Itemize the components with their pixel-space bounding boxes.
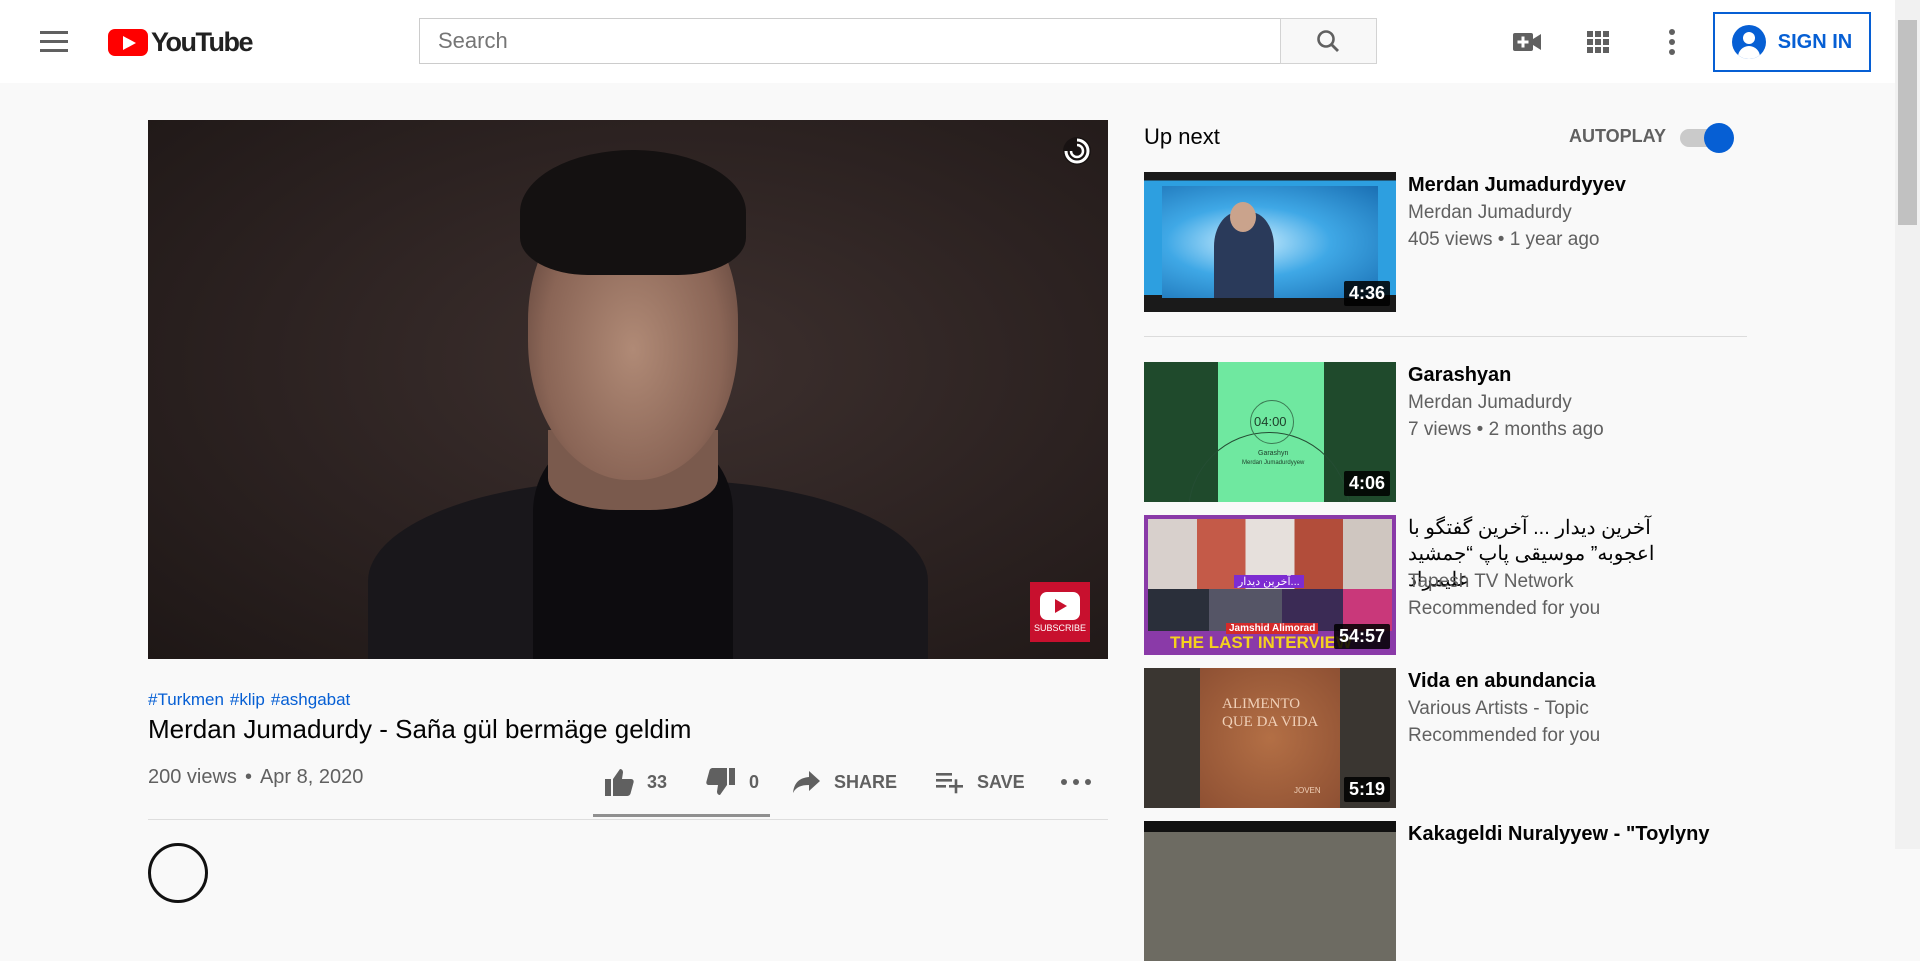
apps-button[interactable] — [1576, 20, 1620, 64]
page-scrollbar[interactable] — [1895, 0, 1920, 849]
thumbnail-brand: JOVEN — [1294, 786, 1321, 795]
search-input[interactable] — [420, 28, 1280, 54]
hashtag-link[interactable]: #ashgabat — [271, 690, 350, 710]
like-button[interactable]: 33 — [603, 764, 667, 800]
more-actions-button[interactable] — [1058, 764, 1106, 800]
video-camera-add-icon — [1513, 33, 1541, 51]
hashtag-link[interactable]: #Turkmen — [148, 690, 224, 710]
more-horizontal-icon — [1061, 779, 1091, 785]
dislike-button[interactable]: 0 — [705, 764, 759, 800]
sentiment-bar-fill — [593, 814, 770, 817]
video-player[interactable]: SUBSCRIBE — [148, 120, 1108, 659]
thumbnail-caption: Merdan Jumadurdyyew — [1242, 460, 1305, 466]
hashtags: #Turkmen #klip #ashgabat — [148, 690, 350, 710]
video-title: Vida en abundancia — [1408, 670, 1596, 692]
video-duration: 54:57 — [1333, 624, 1390, 649]
menu-icon[interactable] — [28, 20, 80, 64]
like-count: 33 — [647, 771, 668, 792]
video-thumbnail[interactable] — [1144, 821, 1396, 961]
video-duration: 4:36 — [1343, 281, 1390, 306]
dislike-count: 0 — [749, 771, 760, 792]
thumbs-down-icon — [706, 768, 735, 795]
settings-button[interactable] — [1650, 20, 1694, 64]
video-thumbnail[interactable]: ALIMENTO QUE DA VIDA JOVEN 5:19 — [1144, 668, 1396, 808]
save-button[interactable]: SAVE — [935, 764, 1025, 800]
more-vertical-icon — [1669, 29, 1675, 55]
video-meta: Recommended for you — [1408, 725, 1601, 746]
share-label: SHARE — [834, 771, 898, 792]
channel-avatar[interactable] — [148, 843, 208, 903]
thumbnail-banner: THE LAST INTERVIEW — [1170, 633, 1352, 652]
share-button[interactable]: SHARE — [792, 764, 897, 800]
video-title: Merdan Jumadurdy - Saña gül bermäge geld… — [148, 714, 692, 744]
create-video-button[interactable] — [1505, 20, 1549, 64]
video-duration: 5:19 — [1343, 777, 1390, 802]
sign-in-label: SIGN IN — [1777, 30, 1853, 53]
youtube-logo[interactable]: YouTube — [108, 26, 253, 58]
video-frame-hair — [520, 150, 746, 275]
subscribe-play-icon — [1040, 591, 1080, 620]
account-icon — [1731, 25, 1766, 59]
save-label: SAVE — [977, 771, 1025, 792]
video-title: Kakageldi Nuralyyew - "Toylyny — [1408, 823, 1710, 845]
autoplay-label: AUTOPLAY — [1569, 126, 1667, 146]
video-meta: 405 views • 1 year ago — [1408, 229, 1600, 250]
video-meta: 7 views • 2 months ago — [1408, 419, 1604, 440]
recommended-video[interactable]: 4:36 Merdan Jumadurdyyev Merdan Jumadurd… — [1144, 172, 1744, 312]
thumbnail-time: 04:00 — [1254, 414, 1287, 429]
recommended-video[interactable]: 04:00 Garashyn Merdan Jumadurdyyew 4:06 … — [1144, 362, 1744, 502]
loading-spinner-icon — [1063, 137, 1091, 165]
youtube-play-icon — [108, 28, 148, 56]
search-icon — [1317, 30, 1339, 52]
video-title: Merdan Jumadurdyyev — [1408, 174, 1626, 196]
watermark-text: SUBSCRIBE — [1033, 622, 1086, 633]
thumbs-up-icon — [605, 769, 634, 796]
sentiment-bar — [593, 814, 770, 817]
thumbnail-figure-head — [1230, 202, 1256, 232]
sign-in-button[interactable]: SIGN IN — [1713, 12, 1871, 72]
recommended-video[interactable]: Kakageldi Nuralyyew - "Toylyny — [1144, 821, 1744, 961]
hashtag-link[interactable]: #klip — [230, 690, 265, 710]
autoplay-toggle[interactable] — [1680, 123, 1736, 153]
video-duration: 4:06 — [1343, 471, 1390, 496]
thumbnail-tag: آخرین دیدار... — [1234, 575, 1304, 588]
meta-separator: • — [244, 766, 252, 788]
view-count: 200 views — [148, 766, 237, 788]
thumbnail-caption: Garashyn — [1258, 450, 1289, 457]
subscribe-watermark[interactable]: SUBSCRIBE — [1030, 582, 1090, 642]
channel-name[interactable]: Tapesh TV Network — [1408, 571, 1573, 593]
recommended-video[interactable]: آخرین دیدار... Jamshid Alimorad THE LAST… — [1144, 515, 1744, 655]
scrollbar-thumb[interactable] — [1898, 20, 1917, 225]
channel-name[interactable]: Various Artists - Topic — [1408, 698, 1589, 720]
recommended-video[interactable]: ALIMENTO QUE DA VIDA JOVEN 5:19 Vida en … — [1144, 668, 1744, 808]
divider — [148, 819, 1108, 820]
thumbnail-text: QUE DA VIDA — [1222, 714, 1319, 730]
up-next-label: Up next — [1144, 124, 1220, 149]
search-box — [419, 18, 1280, 64]
video-thumbnail[interactable]: 04:00 Garashyn Merdan Jumadurdyyew 4:06 — [1144, 362, 1396, 502]
apps-grid-icon — [1587, 31, 1609, 53]
toggle-knob — [1704, 123, 1734, 153]
video-thumbnail[interactable]: آخرین دیدار... Jamshid Alimorad THE LAST… — [1144, 515, 1396, 655]
thumbnail-text: ALIMENTO — [1222, 696, 1301, 712]
playlist-add-icon — [936, 773, 963, 794]
search-button[interactable] — [1280, 18, 1377, 64]
video-meta: 200 views • Apr 8, 2020 — [148, 766, 363, 789]
channel-name[interactable]: Merdan Jumadurdy — [1408, 202, 1572, 224]
channel-name[interactable]: Merdan Jumadurdy — [1408, 392, 1572, 414]
video-thumbnail[interactable]: 4:36 — [1144, 172, 1396, 312]
divider — [1144, 336, 1747, 337]
video-meta: Recommended for you — [1408, 598, 1601, 619]
video-title: Garashyan — [1408, 364, 1512, 386]
upload-date: Apr 8, 2020 — [259, 766, 364, 788]
masthead: YouTube SIGN IN — [0, 0, 1895, 83]
share-arrow-icon — [793, 771, 820, 793]
logo-text: YouTube — [151, 26, 253, 57]
